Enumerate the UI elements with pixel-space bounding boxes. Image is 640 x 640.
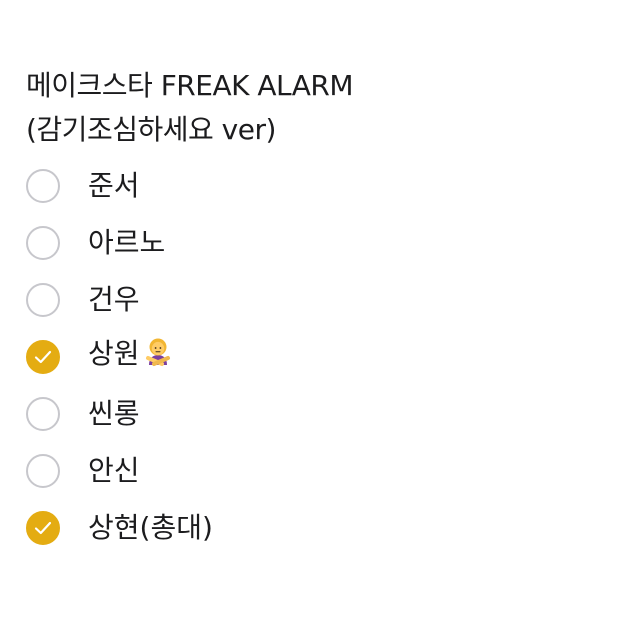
checklist-item-label: 건우 [88,282,140,316]
checkbox-circle[interactable] [26,510,60,545]
checklist-item: 아르노 [26,214,626,271]
person-crossing-arms-emoji-icon [142,336,174,379]
checklist-item-label: 아르노 [88,225,166,259]
checklist-item: 준서 [26,157,626,214]
note-title-line-1: 메이크스타 FREAK ALARM [26,69,354,102]
checklist-item-label: 씬롱 [88,396,140,430]
checkmark-icon [34,350,52,363]
checklist-item-label: 안신 [88,453,140,487]
checklist-item-label: 상현(총대) [88,510,213,544]
checklist-item: 씬롱 [26,385,626,442]
checkbox-circle[interactable] [26,168,60,203]
note-body: 메이크스타 FREAK ALARM (감기조심하세요 ver) [26,64,626,152]
checkbox-circle[interactable] [26,396,60,431]
checklist-item: 상원 [26,328,626,385]
checklist-item-label: 상원 [88,334,174,379]
checklist-item-label: 준서 [88,168,140,202]
note-title-line-2: (감기조심하세요 ver) [26,113,276,146]
checkbox-circle[interactable] [26,225,60,260]
checklist-item: 상현(총대) [26,499,626,556]
checklist: 준서 아르노 건우 상원 씬롱 안신 상현(총대) [26,157,626,556]
checkbox-circle[interactable] [26,282,60,317]
checkbox-circle[interactable] [26,339,60,374]
checklist-item: 건우 [26,271,626,328]
checklist-item: 안신 [26,442,626,499]
checkbox-circle[interactable] [26,453,60,488]
checklist-item-text: 상원 [88,337,140,370]
checkmark-icon [34,521,52,534]
